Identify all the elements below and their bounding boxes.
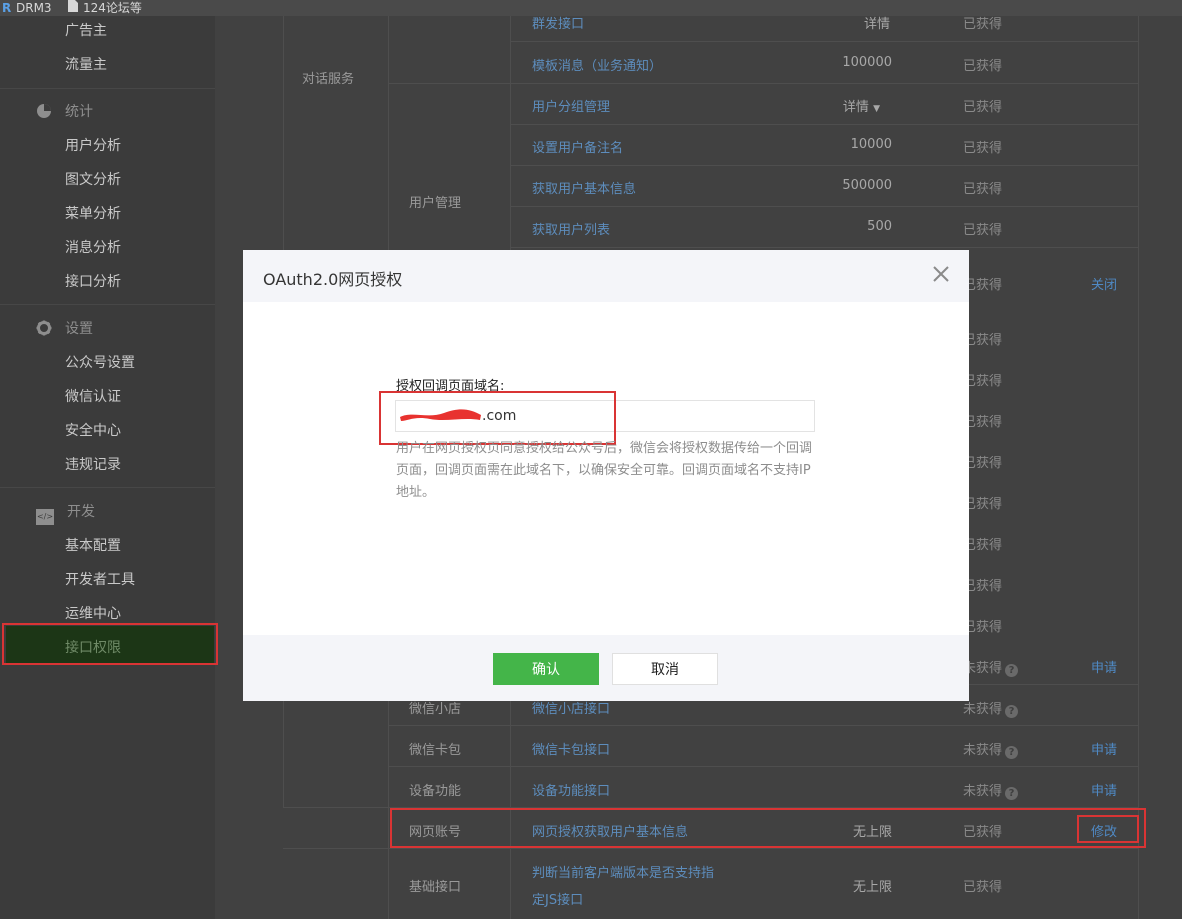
apply-button[interactable]: 申请 xyxy=(1091,657,1117,676)
api-status: 未获得? xyxy=(963,698,1019,718)
api-name-line2[interactable]: 定JS接口 xyxy=(532,889,583,908)
status-text: 未获得 xyxy=(963,743,1003,758)
api-status: 已获得 xyxy=(963,59,1003,74)
api-name[interactable]: 获取用户列表 xyxy=(532,219,610,238)
close-button[interactable]: 关闭 xyxy=(1091,274,1117,293)
sidebar-item-advertiser[interactable]: 广告主 xyxy=(65,20,107,40)
row-divider xyxy=(283,848,1138,849)
app-logo-icon: R xyxy=(2,1,12,15)
sidebar-section-settings: 设置 xyxy=(36,318,93,338)
sidebar-item-dev-tools[interactable]: 开发者工具 xyxy=(65,569,135,589)
sidebar-item-publisher[interactable]: 流量主 xyxy=(65,54,107,74)
api-status: 未获得? xyxy=(963,657,1019,677)
apply-button[interactable]: 申请 xyxy=(1091,739,1117,758)
row-divider xyxy=(388,766,1138,767)
highlight-frame-web-account-row xyxy=(390,808,1146,848)
sidebar-divider xyxy=(0,88,215,89)
row-divider xyxy=(510,247,1138,248)
api-name[interactable]: 获取用户基本信息 xyxy=(532,178,636,197)
oauth-dialog: OAuth2.0网页授权 授权回调页面域名: 用户在网页授权页同意授权给公众号后… xyxy=(243,250,969,701)
sidebar: 广告主 流量主 统计 用户分析 图文分析 菜单分析 消息分析 接口分析 设置 公… xyxy=(0,0,218,919)
sidebar-divider xyxy=(0,304,215,305)
document-icon xyxy=(68,0,78,16)
sidebar-item-wechat-verify[interactable]: 微信认证 xyxy=(65,386,121,406)
category-user-management: 用户管理 xyxy=(409,196,462,211)
sidebar-item-article-analysis[interactable]: 图文分析 xyxy=(65,169,121,189)
category-basic-interface: 基础接口 xyxy=(409,880,462,895)
sidebar-item-message-analysis[interactable]: 消息分析 xyxy=(65,237,121,257)
code-icon: </> xyxy=(36,509,54,525)
close-icon[interactable] xyxy=(931,264,951,284)
sidebar-item-menu-analysis[interactable]: 菜单分析 xyxy=(65,203,121,223)
section-title: 统计 xyxy=(65,104,93,120)
api-name[interactable]: 设备功能接口 xyxy=(532,780,610,799)
highlight-frame-modify-button xyxy=(1077,815,1139,843)
row-divider xyxy=(510,165,1138,166)
bookmark-drm3[interactable]: DRM3 xyxy=(16,0,52,16)
sidebar-item-security-center[interactable]: 安全中心 xyxy=(65,420,121,440)
section-title: 开发 xyxy=(67,504,95,520)
table-divider xyxy=(1138,0,1139,919)
apply-button[interactable]: 申请 xyxy=(1091,780,1117,799)
sidebar-divider xyxy=(0,487,215,488)
help-icon[interactable]: ? xyxy=(1005,787,1019,800)
category-device: 设备功能 xyxy=(409,784,462,799)
sidebar-section-stats: 统计 xyxy=(36,101,93,121)
api-status: 已获得 xyxy=(963,100,1003,115)
details-link[interactable]: 详情 xyxy=(843,100,869,115)
api-quota: 无上限 xyxy=(852,880,892,895)
row-divider xyxy=(510,124,1138,125)
sidebar-item-basic-config[interactable]: 基本配置 xyxy=(65,535,121,555)
confirm-button[interactable]: 确认 xyxy=(493,653,599,685)
cancel-button[interactable]: 取消 xyxy=(612,653,718,685)
section-title: 设置 xyxy=(65,321,93,337)
highlight-frame-input xyxy=(379,391,616,445)
api-name-line1[interactable]: 判断当前客户端版本是否支持指 xyxy=(532,862,714,881)
code-icon-text: </> xyxy=(36,512,54,521)
api-name[interactable]: 用户分组管理 xyxy=(532,96,610,115)
dialog-footer xyxy=(243,635,969,701)
category-wechat-card: 微信卡包 xyxy=(409,743,462,758)
sidebar-item-ops-center[interactable]: 运维中心 xyxy=(65,603,121,623)
help-icon[interactable]: ? xyxy=(1005,705,1019,718)
group-dialog-service: 对话服务 xyxy=(302,72,355,87)
api-quota-details[interactable]: 详情 ▼ xyxy=(790,96,880,115)
api-status: 已获得 xyxy=(963,223,1003,238)
browser-bookmark-bar: R DRM3 124论坛等 xyxy=(0,0,1182,16)
api-status: 未获得? xyxy=(963,739,1019,759)
api-name[interactable]: 微信卡包接口 xyxy=(532,739,610,758)
status-text: 未获得 xyxy=(963,784,1003,799)
help-icon[interactable]: ? xyxy=(1005,664,1019,677)
domain-hint-text: 用户在网页授权页同意授权给公众号后，微信会将授权数据传给一个回调页面，回调页面需… xyxy=(396,441,813,500)
api-quota: 500 xyxy=(867,219,892,234)
dialog-title: OAuth2.0网页授权 xyxy=(263,270,403,289)
row-divider xyxy=(510,41,1138,42)
pie-chart-icon xyxy=(36,103,52,119)
api-name[interactable]: 设置用户备注名 xyxy=(532,137,623,156)
api-status: 已获得 xyxy=(963,182,1003,197)
chevron-down-icon: ▼ xyxy=(873,104,880,114)
row-divider xyxy=(388,83,1138,84)
api-quota: 500000 xyxy=(842,178,892,193)
api-status: 未获得? xyxy=(963,780,1019,800)
highlight-frame-sidebar xyxy=(2,623,218,665)
row-divider xyxy=(388,725,1138,726)
gear-icon xyxy=(36,320,52,336)
sidebar-item-user-analysis[interactable]: 用户分析 xyxy=(65,135,121,155)
api-quota: 10000 xyxy=(850,137,892,152)
status-text: 未获得 xyxy=(963,702,1003,717)
sidebar-section-dev: </> 开发 xyxy=(36,501,95,525)
api-status: 已获得 xyxy=(963,141,1003,156)
row-divider xyxy=(510,206,1138,207)
api-quota: 100000 xyxy=(842,55,892,70)
bookmark-124[interactable]: 124论坛等 xyxy=(83,0,142,16)
api-status: 已获得 xyxy=(963,880,1003,895)
sidebar-item-api-analysis[interactable]: 接口分析 xyxy=(65,271,121,291)
help-icon[interactable]: ? xyxy=(1005,746,1019,759)
sidebar-item-violation-records[interactable]: 违规记录 xyxy=(65,454,121,474)
api-name[interactable]: 模板消息（业务通知） xyxy=(532,55,662,74)
sidebar-item-account-settings[interactable]: 公众号设置 xyxy=(65,352,135,372)
